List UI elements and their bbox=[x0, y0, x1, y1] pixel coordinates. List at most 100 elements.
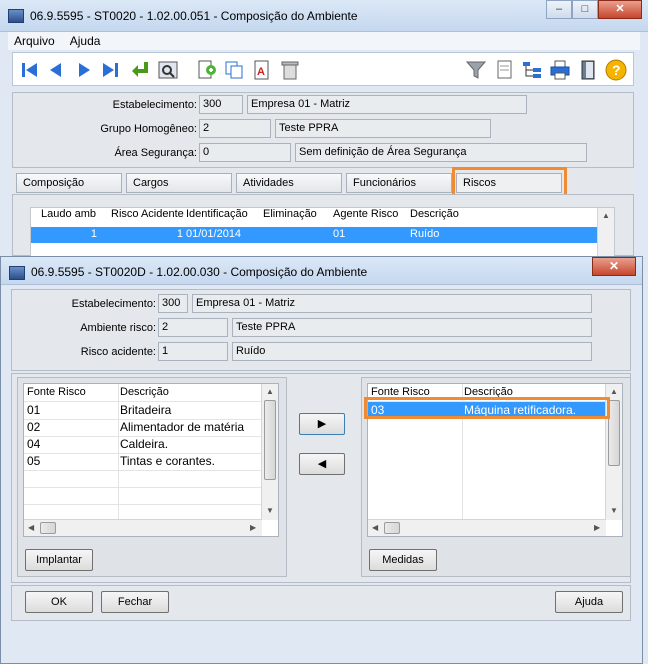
tree-icon[interactable] bbox=[521, 59, 543, 81]
risk-grid-scrollbar[interactable]: ▲ bbox=[597, 208, 614, 258]
trash-icon[interactable] bbox=[279, 59, 301, 81]
scroll-right-icon[interactable]: ▶ bbox=[594, 523, 600, 532]
cell-descricao: Ruído bbox=[410, 228, 440, 240]
first-record-icon[interactable] bbox=[19, 59, 41, 81]
area-label: Área Segurança: bbox=[114, 147, 197, 159]
svg-text:A: A bbox=[257, 66, 265, 78]
col-eliminacao[interactable]: Eliminação bbox=[263, 208, 317, 226]
cell-risco-acidente: 1 bbox=[176, 228, 183, 240]
maximize-button[interactable]: □ bbox=[572, 0, 598, 19]
menu-ajuda[interactable]: Ajuda bbox=[64, 32, 107, 50]
menu-bar: Arquivo Ajuda bbox=[8, 32, 640, 50]
dialog-close-button[interactable]: ✕ bbox=[592, 257, 636, 276]
main-titlebar: 06.9.5595 - ST0020 - 1.02.00.051 - Compo… bbox=[0, 0, 648, 32]
fonte-description: Caldeira. bbox=[120, 437, 169, 451]
dialog-estabelecimento-name: Empresa 01 - Matriz bbox=[192, 294, 592, 313]
tab-atividades[interactable]: Atividades bbox=[236, 173, 342, 193]
filter-icon[interactable] bbox=[465, 59, 487, 81]
scroll-right-icon[interactable]: ▶ bbox=[250, 523, 256, 532]
selected-row-highlight bbox=[364, 397, 610, 419]
grupo-label: Grupo Homogêneo: bbox=[100, 123, 197, 135]
scroll-down-icon[interactable]: ▼ bbox=[610, 506, 618, 515]
ok-button[interactable]: OK bbox=[25, 591, 93, 613]
print-icon[interactable] bbox=[549, 59, 571, 81]
new-document-icon[interactable] bbox=[195, 59, 217, 81]
move-right-button[interactable]: ▶ bbox=[299, 413, 345, 435]
available-risk-list: Fonte Risco Descrição 01 Britadeira 02 A… bbox=[23, 383, 279, 537]
fechar-button[interactable]: Fechar bbox=[101, 591, 169, 613]
scroll-thumb[interactable] bbox=[264, 400, 276, 480]
last-record-icon[interactable] bbox=[99, 59, 121, 81]
area-name-field: Sem definição de Área Segurança bbox=[295, 143, 587, 162]
risco-label: Risco acidente: bbox=[80, 346, 156, 358]
ajuda-button[interactable]: Ajuda bbox=[555, 591, 623, 613]
scroll-thumb[interactable] bbox=[384, 522, 400, 534]
available-col-fonte[interactable]: Fonte Risco bbox=[27, 384, 86, 400]
ambiente-label: Ambiente risco: bbox=[80, 322, 156, 334]
fonte-code: 01 bbox=[27, 403, 41, 417]
dialog-header-panel: Estabelecimento: 300 Empresa 01 - Matriz… bbox=[11, 289, 631, 371]
grupo-code-field[interactable]: 2 bbox=[199, 119, 271, 138]
estabelecimento-label: Estabelecimento: bbox=[112, 99, 197, 111]
fonte-code: 02 bbox=[27, 420, 41, 434]
menu-arquivo[interactable]: Arquivo bbox=[8, 32, 61, 50]
arrow-right-icon: ▶ bbox=[317, 418, 327, 430]
estabelecimento-code-field[interactable]: 300 bbox=[199, 95, 243, 114]
cell-laudo-amb: 1 bbox=[90, 228, 97, 240]
risk-grid: Laudo amb Risco Acidente Identificação E… bbox=[30, 207, 615, 259]
available-col-descricao[interactable]: Descrição bbox=[120, 384, 169, 400]
exit-icon[interactable] bbox=[577, 59, 599, 81]
preview-icon[interactable] bbox=[157, 59, 179, 81]
fonte-description: Alimentador de matéria bbox=[120, 420, 245, 434]
col-identificacao[interactable]: Identificação bbox=[186, 208, 248, 226]
cell-identificacao: 01/01/2014 bbox=[186, 228, 242, 240]
scroll-up-icon[interactable]: ▲ bbox=[266, 387, 274, 396]
table-row[interactable]: 1 1 01/01/2014 01 Ruído bbox=[31, 227, 599, 243]
col-descricao[interactable]: Descrição bbox=[410, 208, 459, 226]
arrow-left-icon: ◀ bbox=[317, 458, 327, 470]
fonte-code: 05 bbox=[27, 454, 41, 468]
dialog-window: 06.9.5595 - ST0020D - 1.02.00.030 - Comp… bbox=[0, 256, 643, 664]
scroll-up-icon[interactable]: ▲ bbox=[610, 387, 618, 396]
edit-text-icon[interactable]: A bbox=[251, 59, 273, 81]
tab-cargos[interactable]: Cargos bbox=[126, 173, 232, 193]
col-risco-acidente[interactable]: Risco Acidente bbox=[111, 208, 184, 226]
col-laudo-amb[interactable]: Laudo amb bbox=[41, 208, 96, 226]
fonte-description: Britadeira bbox=[120, 403, 172, 417]
move-left-button[interactable]: ◀ bbox=[299, 453, 345, 475]
dialog-title: 06.9.5595 - ST0020D - 1.02.00.030 - Comp… bbox=[31, 265, 368, 279]
ambiente-name: Teste PPRA bbox=[232, 318, 592, 337]
scroll-thumb[interactable] bbox=[40, 522, 56, 534]
copy-icon[interactable] bbox=[223, 59, 245, 81]
grupo-name-field: Teste PPRA bbox=[275, 119, 491, 138]
scroll-left-icon[interactable]: ◀ bbox=[28, 523, 34, 532]
app-icon bbox=[8, 9, 24, 23]
dialog-estabelecimento-code[interactable]: 300 bbox=[158, 294, 188, 313]
confirm-icon[interactable] bbox=[129, 59, 151, 81]
document-icon[interactable] bbox=[493, 59, 515, 81]
area-code-field[interactable]: 0 bbox=[199, 143, 291, 162]
scroll-down-icon[interactable]: ▼ bbox=[266, 506, 274, 515]
dialog-titlebar: 06.9.5595 - ST0020D - 1.02.00.030 - Comp… bbox=[1, 257, 642, 285]
selected-hscrollbar[interactable]: ◀ ▶ bbox=[368, 519, 606, 536]
previous-record-icon[interactable] bbox=[45, 59, 67, 81]
fonte-description: Tintas e corantes. bbox=[120, 454, 215, 468]
cell-agente-risco: 01 bbox=[333, 228, 346, 240]
medidas-button[interactable]: Medidas bbox=[369, 549, 437, 571]
header-panel: Estabelecimento: 300 Empresa 01 - Matriz… bbox=[12, 92, 634, 168]
risco-code[interactable]: 1 bbox=[158, 342, 228, 361]
available-hscrollbar[interactable]: ◀ ▶ bbox=[24, 519, 262, 536]
ambiente-code[interactable]: 2 bbox=[158, 318, 228, 337]
next-record-icon[interactable] bbox=[73, 59, 95, 81]
implantar-button[interactable]: Implantar bbox=[25, 549, 93, 571]
available-vscrollbar[interactable]: ▲ ▼ bbox=[261, 384, 278, 520]
help-icon[interactable]: ? bbox=[605, 59, 627, 81]
col-agente-risco[interactable]: Agente Risco bbox=[333, 208, 398, 226]
scroll-left-icon[interactable]: ◀ bbox=[372, 523, 378, 532]
scroll-up-icon[interactable]: ▲ bbox=[602, 211, 610, 220]
minimize-button[interactable]: – bbox=[546, 0, 572, 19]
tab-funcionarios[interactable]: Funcionários bbox=[346, 173, 452, 193]
close-button[interactable]: ✕ bbox=[598, 0, 642, 19]
tab-composicao[interactable]: Composição bbox=[16, 173, 122, 193]
toolbar: A ? bbox=[12, 52, 634, 86]
